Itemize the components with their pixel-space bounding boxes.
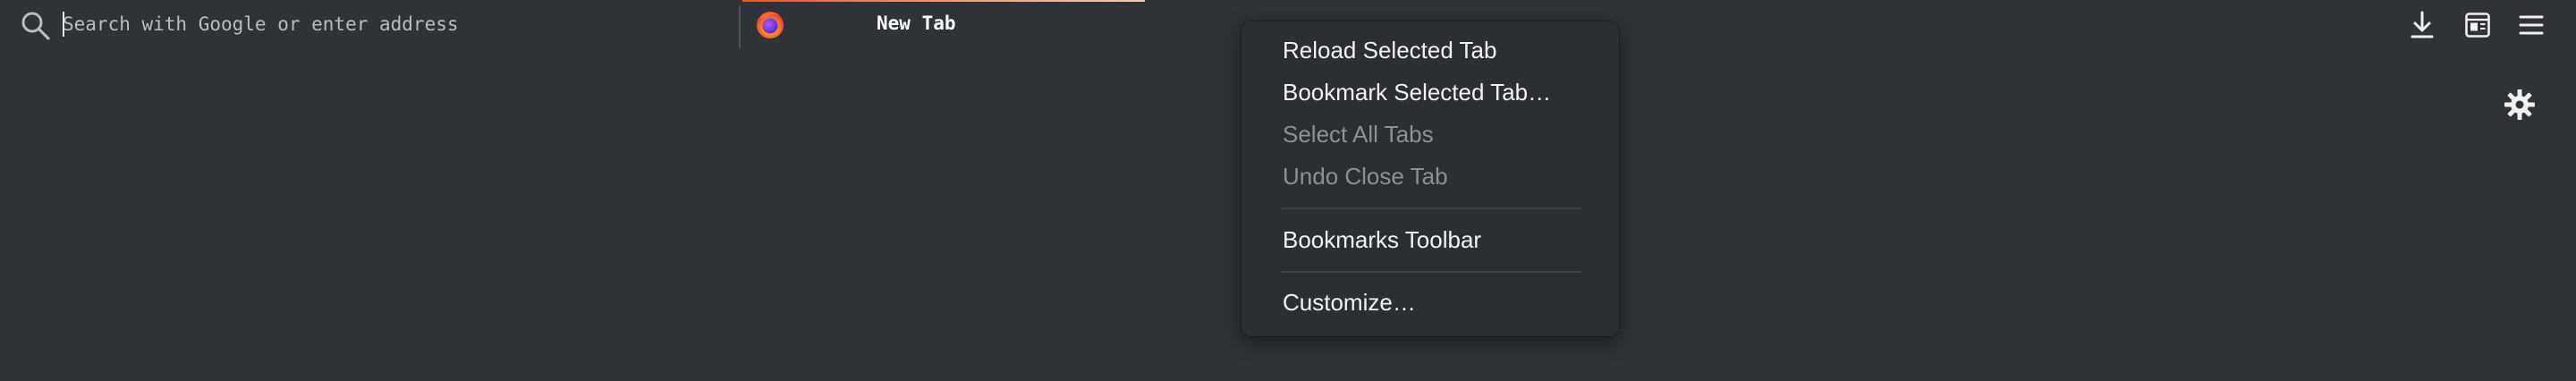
download-arrow-icon [2411, 11, 2434, 38]
tab-label: New Tab [877, 13, 956, 34]
gear-icon [2504, 89, 2535, 120]
menu-item-bookmark-selected-tab[interactable]: Bookmark Selected Tab… [1241, 72, 1619, 112]
tab-active-indicator [742, 0, 1145, 2]
url-bar[interactable] [0, 0, 739, 48]
text-caret [63, 12, 64, 37]
reader-view-button[interactable] [2460, 7, 2496, 43]
hamburger-menu-icon [2519, 15, 2544, 35]
reader-view-icon [2465, 13, 2490, 38]
menu-item-undo-close-tab: Undo Close Tab [1283, 163, 1448, 190]
menu-separator [1281, 207, 1581, 209]
toolbar-divider [739, 5, 741, 48]
tab-context-menu: Reload Selected Tab Bookmark Selected Ta… [1241, 21, 1619, 336]
search-icon [21, 12, 50, 40]
new-tab-settings-button[interactable] [2501, 86, 2538, 123]
tab-new-tab[interactable]: New Tab [742, 0, 1145, 48]
menu-separator [1281, 271, 1581, 273]
menu-item-select-all-tabs: Select All Tabs [1283, 121, 1434, 148]
app-menu-button[interactable] [2513, 7, 2549, 43]
firefox-logo-icon [757, 12, 784, 38]
browser-window: New Tab [0, 0, 2576, 381]
menu-item-bookmarks-toolbar[interactable]: Bookmarks Toolbar [1241, 220, 1619, 259]
menu-item-customize[interactable]: Customize… [1241, 283, 1619, 322]
menu-item-reload-selected-tab[interactable]: Reload Selected Tab [1241, 30, 1619, 70]
downloads-button[interactable] [2404, 7, 2440, 43]
address-input[interactable] [63, 7, 724, 41]
